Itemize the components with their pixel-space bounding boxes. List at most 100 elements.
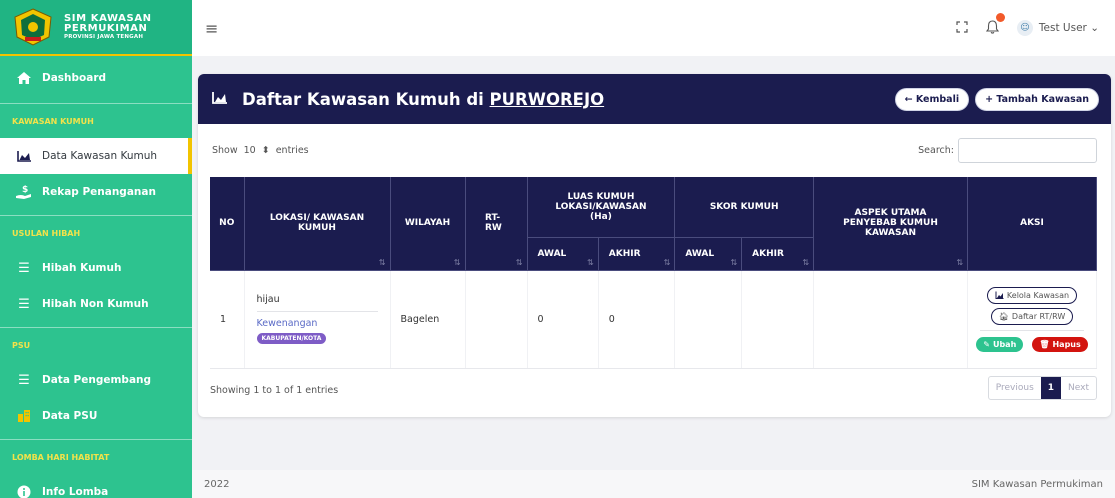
kelola-kawasan-button[interactable]: Kelola Kawasan	[986, 286, 1078, 304]
sidebar-item-label: Dashboard	[42, 72, 107, 84]
entries-select[interactable]: 10 ⬍	[244, 145, 270, 156]
search-label: Search:	[918, 144, 954, 156]
sidebar-item-data-kawasan[interactable]: Data Kawasan Kumuh	[0, 138, 192, 174]
cell-no: 1	[210, 270, 245, 369]
entries-label: entries	[275, 144, 309, 156]
sort-icon: ⇅	[515, 257, 523, 267]
sort-icon: ⇅	[378, 257, 386, 267]
col-skor-awal[interactable]: AWAL ⇅	[674, 237, 743, 271]
sort-icon: ⇅	[956, 257, 964, 267]
table-row: 1 hijau Kewenangan KABUPATEN/KOTA Bagele…	[210, 270, 1097, 369]
page-footer: 2022 SIM Kawasan Permukiman	[192, 470, 1115, 498]
svg-text:$: $	[22, 185, 28, 195]
hand-dollar-icon: $	[15, 183, 33, 201]
cell-skor-awal	[674, 270, 743, 369]
cell-luas-akhir: 0	[598, 270, 676, 369]
home-icon: 🏠︎	[998, 311, 1009, 321]
col-luas-akhir[interactable]: AKHIR ⇅	[598, 237, 676, 271]
entries-value: 10	[243, 144, 256, 156]
cell-aspek	[813, 270, 969, 369]
table-info: Showing 1 to 1 of 1 entries	[210, 385, 339, 396]
list-icon: ☰	[18, 260, 30, 276]
sidebar-item-pengembang[interactable]: ☰ Data Pengembang	[0, 362, 192, 398]
col-no[interactable]: NO	[210, 177, 245, 271]
cell-aksi: Kelola Kawasan 🏠︎ Daftar RT/RW ✎ Ubah 🗑︎…	[967, 270, 1097, 369]
page-1-button[interactable]: 1	[1040, 377, 1062, 399]
sidebar-item-dashboard[interactable]: Dashboard	[0, 60, 192, 96]
cell-rtrw	[465, 270, 528, 369]
province-logo	[10, 6, 56, 48]
back-button[interactable]: ← Kembali	[894, 87, 970, 111]
user-name: Test User ⌄	[1038, 22, 1099, 34]
sidebar-item-label: Data PSU	[42, 410, 98, 422]
sidebar-item-label: Data Pengembang	[42, 374, 152, 386]
sidebar-item-label: Hibah Kumuh	[42, 262, 122, 274]
prev-page-button[interactable]: Previous	[989, 377, 1041, 399]
col-rtrw[interactable]: RT-RW ⇅	[465, 177, 528, 271]
sort-icon: ⇅	[802, 257, 810, 267]
sort-icon: ⇅	[453, 257, 461, 267]
area-chart-icon	[995, 291, 1004, 299]
kewenangan-badge: KABUPATEN/KOTA	[256, 333, 327, 344]
sidebar-item-info-lomba[interactable]: Info Lomba	[0, 474, 192, 498]
next-page-button[interactable]: Next	[1061, 377, 1096, 399]
section-kawasan-kumuh: KAWASAN KUMUH	[12, 116, 94, 126]
daftar-rtrw-button[interactable]: 🏠︎ Daftar RT/RW	[990, 307, 1074, 325]
cell-skor-akhir	[741, 270, 815, 369]
section-lomba: LOMBA HARI HABITAT	[12, 452, 110, 462]
trash-icon: 🗑︎	[1039, 339, 1050, 349]
card-header: Daftar Kawasan Kumuh di PURWOREJO ← Kemb…	[198, 74, 1111, 124]
col-skor-akhir[interactable]: AKHIR ⇅	[741, 237, 815, 271]
search-input[interactable]	[958, 137, 1097, 163]
lokasi-name: hijau	[256, 294, 378, 312]
section-usulan-hibah: USULAN HIBAH	[12, 228, 81, 238]
kewenangan-link[interactable]: Kewenangan	[257, 318, 378, 329]
title-place: PURWOREJO	[489, 89, 605, 109]
cell-wilayah: Bagelen	[390, 270, 466, 369]
col-skor: SKOR KUMUH	[674, 177, 815, 238]
hapus-button[interactable]: 🗑︎ Hapus	[1032, 336, 1088, 352]
menu-toggle-icon[interactable]: ≡	[205, 19, 218, 38]
sidebar-item-data-psu[interactable]: Data PSU	[0, 398, 192, 434]
title-prefix: Daftar Kawasan Kumuh di	[242, 89, 490, 109]
sidebar-item-hibah-non-kumuh[interactable]: ☰ Hibah Non Kumuh	[0, 286, 192, 322]
sidebar-item-label: Data Kawasan Kumuh	[42, 150, 158, 162]
pagination: Previous 1 Next	[987, 376, 1097, 400]
kawasan-card: Daftar Kawasan Kumuh di PURWOREJO ← Kemb…	[198, 74, 1111, 417]
footer-app-name: SIM Kawasan Permukiman	[971, 478, 1103, 490]
sort-icon: ⇅	[587, 257, 594, 267]
area-chart-icon	[212, 91, 228, 108]
user-menu[interactable]: ☺ Test User ⌄	[1016, 20, 1099, 36]
sidebar-item-rekap[interactable]: $ Rekap Penanganan	[0, 174, 192, 210]
sidebar-item-hibah-kumuh[interactable]: ☰ Hibah Kumuh	[0, 250, 192, 286]
page-title: Daftar Kawasan Kumuh di PURWOREJO	[242, 90, 604, 109]
sidebar-item-label: Rekap Penanganan	[42, 186, 156, 198]
footer-year: 2022	[204, 478, 230, 490]
notification-bell-icon[interactable]	[985, 12, 1005, 37]
list-icon: ☰	[18, 296, 30, 312]
sidebar: SIM KAWASAN PERMUKIMAN PROVINSI JAWA TEN…	[0, 0, 192, 498]
pencil-icon: ✎	[983, 339, 990, 349]
col-lokasi[interactable]: LOKASI/ KAWASAN KUMUH ⇅	[244, 177, 391, 271]
col-luas-awal[interactable]: AWAL ⇅	[527, 237, 599, 271]
avatar: ☺	[1016, 20, 1033, 36]
cell-luas-awal: 0	[527, 270, 599, 369]
col-wilayah[interactable]: WILAYAH ⇅	[390, 177, 466, 271]
topbar: ≡ ☺ Test User ⌄	[192, 0, 1115, 56]
list-icon: ☰	[18, 372, 30, 388]
home-icon	[15, 69, 33, 87]
select-arrows-icon: ⬍	[261, 144, 270, 156]
cell-lokasi: hijau Kewenangan KABUPATEN/KOTA	[244, 270, 391, 369]
fullscreen-icon[interactable]	[956, 20, 968, 36]
sort-icon: ⇅	[663, 257, 671, 267]
col-aspek[interactable]: ASPEK UTAMA PENYEBAB KUMUH KAWASAN ⇅	[813, 177, 969, 271]
area-chart-icon	[15, 147, 33, 165]
brand-line-3: PROVINSI JAWA TENGAH	[64, 33, 144, 40]
notification-badge	[995, 12, 1005, 22]
show-label: Show	[212, 144, 238, 156]
brand[interactable]: SIM KAWASAN PERMUKIMAN PROVINSI JAWA TEN…	[0, 0, 192, 56]
add-kawasan-button[interactable]: + Tambah Kawasan	[975, 87, 1099, 111]
ubah-button[interactable]: ✎ Ubah	[976, 336, 1024, 352]
kawasan-table: NO LOKASI/ KAWASAN KUMUH ⇅ WILAYAH ⇅ RT-RW…	[210, 177, 1097, 369]
table-controls: Show 10 ⬍ entries Search:	[198, 124, 1111, 176]
